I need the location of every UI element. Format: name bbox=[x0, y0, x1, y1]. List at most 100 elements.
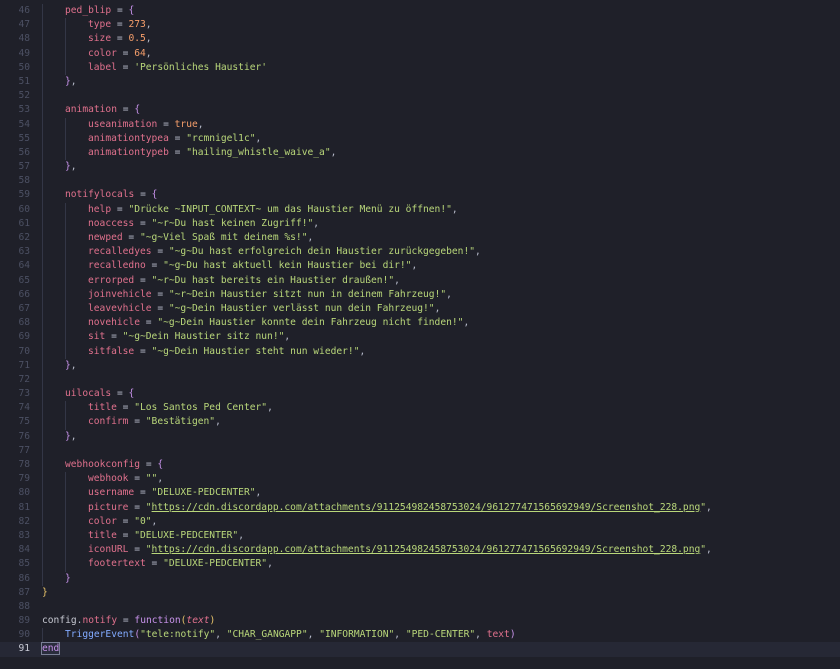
code-line[interactable]: 47 type = 273, bbox=[0, 18, 840, 33]
code-token: "~g~Dein Haustier sitz nun!" bbox=[122, 331, 285, 343]
code-line[interactable]: 81 picture = "https://cdn.discordapp.com/… bbox=[0, 500, 840, 515]
code-token: = bbox=[145, 260, 164, 272]
line-number: 78 bbox=[18, 459, 30, 470]
code-line[interactable]: 84 iconURL = "https://cdn.discordapp.com/… bbox=[0, 543, 840, 558]
code-line[interactable]: 51}, bbox=[0, 74, 840, 90]
code-line[interactable]: 71}, bbox=[0, 358, 840, 373]
indent-guide bbox=[42, 458, 43, 473]
code-text: } bbox=[42, 571, 840, 586]
code-line[interactable]: 83 title = "DELUXE-PEDCENTER", bbox=[0, 528, 840, 544]
code-line[interactable]: 86} bbox=[0, 571, 840, 586]
code-token: , bbox=[706, 501, 712, 513]
code-token: = bbox=[116, 402, 135, 414]
code-token: = bbox=[111, 203, 129, 215]
code-token: , bbox=[411, 260, 418, 272]
line-number: 77 bbox=[18, 444, 30, 456]
code-line[interactable]: 57}, bbox=[0, 160, 840, 175]
line-number: 54 bbox=[18, 118, 30, 130]
url-link[interactable]: https://cdn.discordapp.com/attachments/9… bbox=[152, 544, 701, 555]
code-text bbox=[42, 174, 840, 189]
code-token: "Bestätigen" bbox=[145, 416, 216, 428]
code-line[interactable]: 60 help = "Drücke ~INPUT_CONTEXT~ um das … bbox=[0, 202, 840, 217]
code-line[interactable]: 54 useanimation = true, bbox=[0, 117, 840, 132]
indent-guide bbox=[65, 259, 66, 274]
code-line[interactable]: 88 bbox=[0, 600, 840, 614]
code-text: color = 64, bbox=[42, 46, 840, 61]
code-token: , bbox=[706, 544, 712, 556]
code-token: = bbox=[134, 189, 152, 201]
line-number: 56 bbox=[18, 146, 30, 158]
code-line[interactable]: 69 sit = "~g~Dein Haustier sitz nun!", bbox=[0, 330, 840, 345]
code-line[interactable]: 53 animation = { bbox=[0, 103, 840, 118]
code-line[interactable]: 79 webhook = "", bbox=[0, 472, 840, 487]
code-line[interactable]: 58 bbox=[0, 174, 840, 189]
code-text: leavevhicle = "~g~Dein Haustier verlässt… bbox=[42, 301, 840, 317]
code-line[interactable]: 49 color = 64, bbox=[0, 46, 840, 61]
code-line[interactable]: 66 joinvehicle = "~r~Dein Haustier sitzt … bbox=[0, 287, 840, 302]
code-line[interactable]: 76}, bbox=[0, 429, 840, 444]
code-line[interactable]: 64 recalledno = "~g~Du hast aktuell kein … bbox=[0, 259, 840, 274]
indent-guide bbox=[42, 628, 43, 643]
code-token: 'Persönliches Haustier' bbox=[134, 61, 268, 73]
code-line[interactable]: 75 confirm = "Bestätigen", bbox=[0, 415, 840, 430]
code-text: picture = "https://cdn.discordapp.com/at… bbox=[42, 500, 840, 515]
url-link[interactable]: https://cdn.discordapp.com/attachments/9… bbox=[152, 502, 701, 513]
code-line[interactable]: 89 config.notify = function(text) bbox=[0, 614, 840, 628]
indent-guide bbox=[65, 273, 66, 288]
indent-guide bbox=[42, 543, 43, 558]
indent-guide bbox=[65, 46, 66, 61]
line-number: 86 bbox=[18, 572, 30, 584]
line-number: 72 bbox=[18, 373, 30, 385]
code-line[interactable]: 55 animationtypea = "rcmnigel1c", bbox=[0, 131, 840, 146]
code-line[interactable]: 85 footertext = "DELUXE-PEDCENTER", bbox=[0, 557, 840, 572]
code-line[interactable]: 72 bbox=[0, 372, 840, 388]
code-line[interactable]: 63 recalledyes = "~g~Du hast erfolgreich … bbox=[0, 245, 840, 260]
indent-guide bbox=[42, 372, 43, 388]
code-token: , bbox=[446, 288, 452, 300]
code-line[interactable]: 73 uilocals = { bbox=[0, 387, 840, 402]
code-token: , bbox=[451, 203, 458, 215]
code-line[interactable]: 61 noaccess = "~r~Du hast keinen Zugriff!… bbox=[0, 216, 840, 231]
code-token: newped bbox=[88, 232, 123, 243]
indent-guide bbox=[42, 301, 43, 317]
code-line[interactable]: 46 ped_blip = { bbox=[0, 4, 840, 19]
code-token: = bbox=[116, 515, 135, 527]
line-number: 84 bbox=[18, 544, 30, 556]
code-line[interactable]: 70 sitfalse = "~g~Dein Haustier steht nun… bbox=[0, 344, 840, 359]
line-number: 47 bbox=[18, 19, 30, 31]
code-token: errorped bbox=[88, 274, 135, 286]
code-line[interactable]: 52 bbox=[0, 89, 840, 104]
indent-guide bbox=[42, 174, 43, 189]
code-token: "INFORMATION" bbox=[319, 629, 395, 641]
indent-guide bbox=[65, 117, 66, 132]
line-number: 75 bbox=[18, 416, 30, 428]
code-token: { bbox=[128, 5, 135, 16]
code-text bbox=[42, 443, 840, 458]
indent-guide bbox=[65, 528, 66, 544]
code-line[interactable]: 91 end bbox=[0, 642, 840, 657]
code-token: = bbox=[151, 246, 169, 258]
code-line[interactable]: 68 novehicle = "~g~Dein Haustier konnte d… bbox=[0, 316, 840, 331]
code-line[interactable]: 87} bbox=[0, 586, 840, 600]
code-text: sitfalse = "~g~Dein Haustier steht nun w… bbox=[42, 344, 840, 359]
code-line[interactable]: 78 webhookconfig = { bbox=[0, 458, 840, 473]
code-token: = bbox=[168, 132, 187, 144]
code-token: leavevhicle bbox=[88, 302, 152, 314]
code-line[interactable]: 77 bbox=[0, 443, 840, 458]
indent-guide bbox=[42, 259, 43, 274]
line-number: 59 bbox=[18, 189, 30, 201]
code-line[interactable]: 50 label = 'Persönliches Haustier' bbox=[0, 60, 840, 75]
code-line[interactable]: 80 username = "DELUXE-PEDCENTER", bbox=[0, 486, 840, 501]
code-line[interactable]: 56 animationtypeb = "hailing_whistle_waiv… bbox=[0, 145, 840, 161]
code-line[interactable]: 74 title = "Los Santos Ped Center", bbox=[0, 401, 840, 416]
code-line[interactable]: 59 notifylocals = { bbox=[0, 188, 840, 203]
code-line[interactable]: 67 leavevhicle = "~g~Dein Haustier verläs… bbox=[0, 301, 840, 317]
code-line[interactable]: 82 color = "0", bbox=[0, 514, 840, 529]
code-token: , bbox=[70, 161, 77, 173]
code-line[interactable]: 62 newped = "~g~Viel Spaß mit deinem %s!"… bbox=[0, 231, 840, 246]
code-line[interactable]: 90 TriggerEvent("tele:notify", "CHAR_GANG… bbox=[0, 628, 840, 643]
code-editor[interactable]: 46 ped_blip = {47 type = 273, 48 size = 0.5,… bbox=[0, 0, 840, 669]
code-text: novehicle = "~g~Dein Haustier konnte dei… bbox=[42, 316, 840, 331]
code-line[interactable]: 48 size = 0.5, bbox=[0, 32, 840, 47]
code-line[interactable]: 65 errorped = "~r~Du hast bereits ein Hau… bbox=[0, 273, 840, 288]
